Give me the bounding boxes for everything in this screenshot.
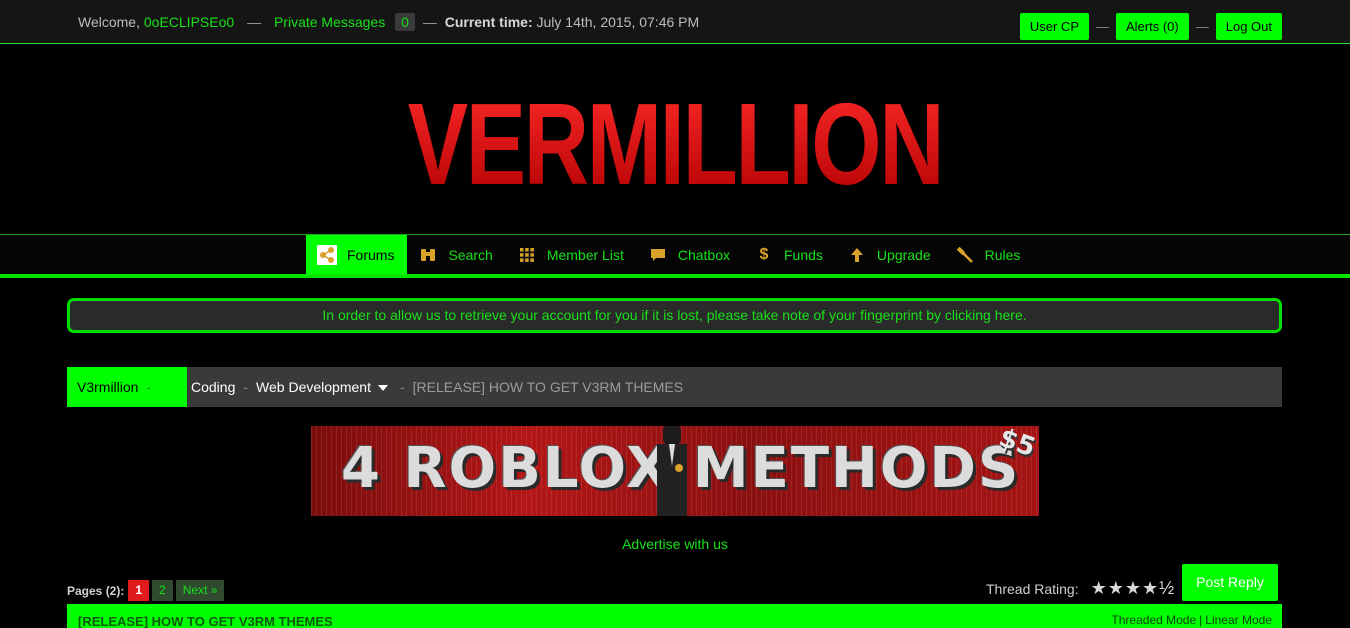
display-modes: Threaded Mode | Linear Mode [1111, 613, 1272, 627]
breadcrumb-current: [RELEASE] HOW TO GET V3RM THEMES [412, 379, 684, 395]
page-link[interactable]: 2 [152, 580, 173, 601]
private-messages-link[interactable]: Private Messages [274, 14, 385, 30]
nav-rules[interactable]: Rules [944, 235, 1034, 274]
advertise-label: Advertise with us [622, 536, 728, 552]
breadcrumb-home-label: V3rmillion [77, 379, 139, 395]
nav-search[interactable]: Search [407, 235, 505, 274]
threaded-mode-link[interactable]: Threaded Mode [1111, 613, 1196, 627]
top-bar: Welcome, 0oECLIPSEo0 — Private Messages … [0, 0, 1350, 44]
separator: — [1195, 19, 1209, 34]
separator: | [1199, 613, 1203, 627]
separator: — [422, 14, 437, 30]
gavel-icon [955, 245, 975, 265]
nav-chatbox[interactable]: Chatbox [637, 235, 743, 274]
nav-label: Funds [784, 246, 823, 263]
alerts-button[interactable]: Alerts (0) [1116, 13, 1189, 40]
nav-label: Search [448, 246, 493, 263]
user-controls: User CP — Alerts (0) — Log Out [1019, 13, 1282, 40]
pages-label: Pages (2): [67, 583, 125, 598]
advertise-link[interactable]: Advertise with us [0, 536, 1350, 552]
username-link[interactable]: 0oECLIPSEo0 [144, 14, 234, 30]
welcome-area: Welcome, 0oECLIPSEo0 — Private Messages … [78, 13, 699, 31]
chevron-down-icon[interactable] [377, 385, 388, 392]
separator: — [247, 14, 262, 30]
current-time-label: Current time: [444, 14, 533, 30]
current-time-value: July 14th, 2015, 07:46 PM [536, 14, 700, 30]
thread-title: [RELEASE] HOW TO GET V3RM THEMES [78, 614, 333, 628]
thread-rating: Thread Rating: ★★★★½ [986, 578, 1175, 599]
separator: — [1096, 19, 1109, 34]
breadcrumb-home[interactable]: V3rmillion - [67, 367, 187, 407]
next-page-link[interactable]: Next » [175, 580, 225, 601]
fingerprint-notice[interactable]: In order to allow us to retrieve your ac… [67, 298, 1282, 333]
logo-text: VERMILLION [407, 79, 945, 209]
up-arrow-icon [847, 245, 867, 265]
nav-label: Member List [546, 246, 624, 263]
logout-button[interactable]: Log Out [1215, 13, 1282, 40]
separator: - [146, 379, 152, 395]
breadcrumb-coding[interactable]: Coding [191, 379, 235, 395]
nav-label: Upgrade [876, 246, 931, 263]
nav-funds[interactable]: $ Funds [743, 235, 836, 274]
nav-label: Chatbox [677, 246, 730, 263]
dollar-icon: $ [759, 245, 769, 263]
breadcrumb: V3rmillion - Coding - Web Development - … [67, 367, 1282, 407]
page-current: 1 [128, 580, 150, 601]
chat-bubble-icon [648, 245, 668, 265]
post-reply-button[interactable]: Post Reply [1182, 564, 1278, 601]
nav-forums[interactable]: Forums [306, 235, 408, 274]
nav-label: Rules [984, 246, 1021, 263]
site-logo[interactable]: VERMILLION [149, 86, 1202, 202]
welcome-label: Welcome, [78, 14, 140, 30]
pm-count-badge[interactable]: 0 [395, 13, 415, 31]
nav-label: Forums [347, 246, 395, 263]
main-nav: Forums Search Member List Chatbox $ Fund… [0, 234, 1350, 278]
rating-stars[interactable]: ★★★★½ [1091, 578, 1176, 599]
forums-icon [317, 244, 337, 265]
breadcrumb-web-development[interactable]: Web Development [256, 379, 388, 395]
suited-figure-icon [657, 426, 687, 516]
banner-ad[interactable]: 4 ROBLOX METHODS $5 [311, 426, 1039, 516]
separator: - [399, 379, 405, 395]
linear-mode-link[interactable]: Linear Mode [1205, 613, 1272, 627]
rating-label: Thread Rating: [986, 580, 1079, 597]
breadcrumb-web-development-label: Web Development [256, 379, 371, 395]
header: VERMILLION [0, 44, 1350, 234]
pagination: Pages (2): 1 2 Next » [67, 580, 227, 601]
user-cp-button[interactable]: User CP [1019, 13, 1089, 40]
separator: - [243, 379, 249, 395]
nav-member-list[interactable]: Member List [506, 235, 637, 274]
thread-header: [RELEASE] HOW TO GET V3RM THEMES Threade… [67, 604, 1282, 628]
grid-icon [517, 245, 537, 265]
nav-upgrade[interactable]: Upgrade [836, 235, 944, 274]
binoculars-icon [418, 245, 438, 265]
